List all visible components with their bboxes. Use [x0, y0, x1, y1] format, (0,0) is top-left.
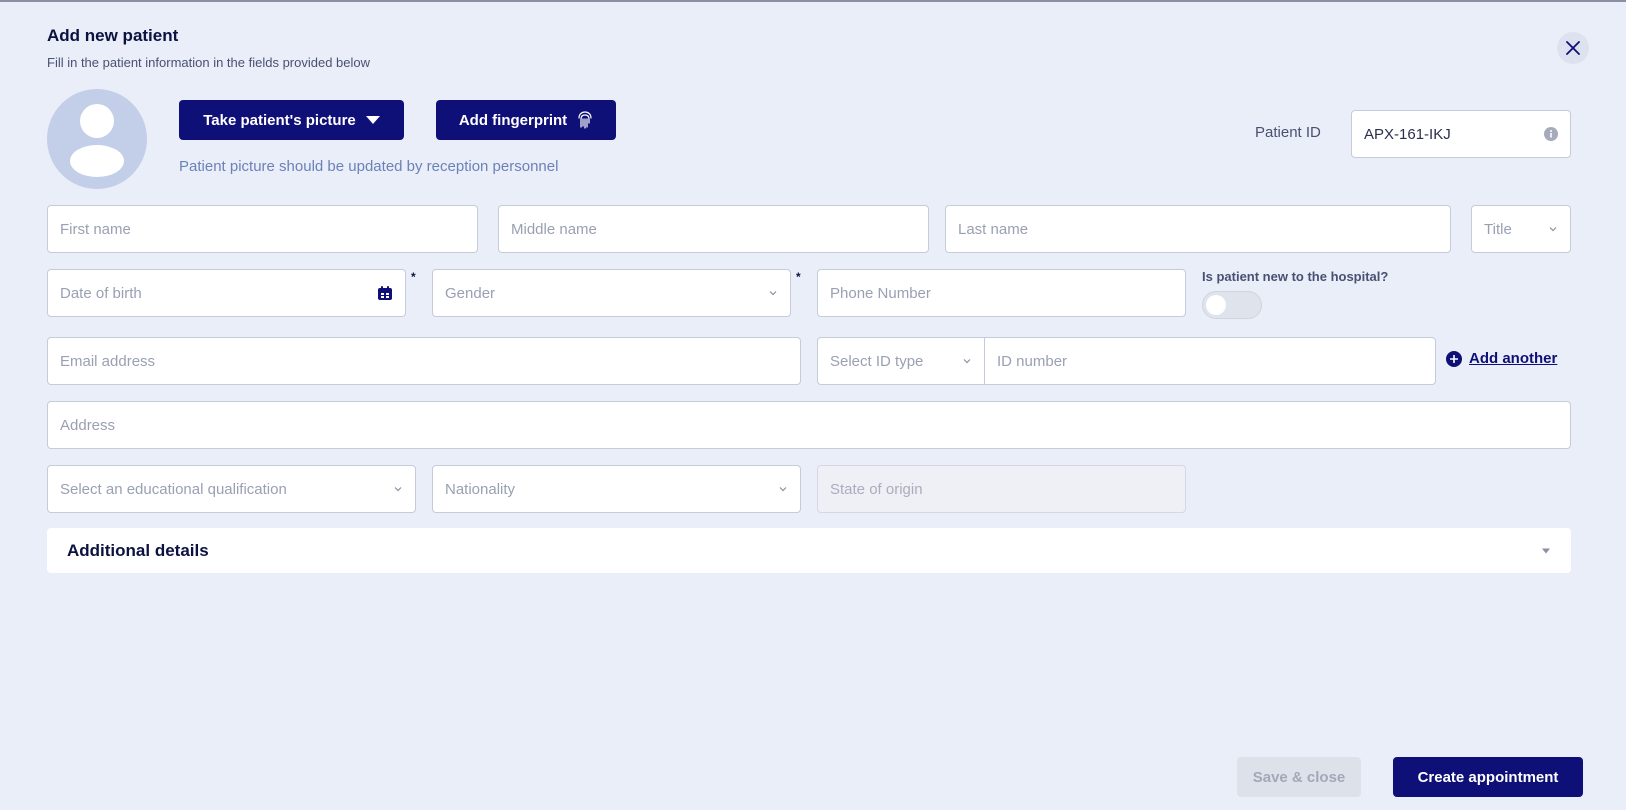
dialog-subtitle: Fill in the patient information in the f… [47, 55, 371, 70]
chevron-down-icon [394, 487, 402, 492]
first-name-placeholder: First name [60, 220, 131, 238]
save-close-button[interactable]: Save & close [1237, 757, 1361, 797]
plus-circle-icon [1446, 350, 1462, 367]
phone-number-input[interactable]: Phone Number [817, 269, 1186, 317]
state-of-origin-placeholder: State of origin [830, 480, 923, 498]
add-fingerprint-button[interactable]: Add fingerprint [436, 100, 616, 140]
chevron-down-icon [779, 487, 787, 492]
education-placeholder: Select an educational qualification [60, 480, 287, 498]
patient-id-label: Patient ID [1255, 124, 1321, 141]
nationality-select[interactable]: Nationality [432, 465, 801, 513]
chevron-down-icon [963, 359, 971, 364]
create-appointment-button[interactable]: Create appointment [1393, 757, 1583, 797]
top-border [0, 0, 1626, 2]
calendar-icon[interactable] [377, 285, 393, 301]
take-picture-label: Take patient's picture [203, 111, 356, 129]
patient-id-field[interactable]: APX-161-IKJ [1351, 110, 1571, 158]
id-number-placeholder: ID number [997, 352, 1068, 370]
chevron-down-icon [769, 291, 777, 296]
dob-placeholder: Date of birth [60, 284, 142, 302]
close-icon [1566, 41, 1580, 55]
take-picture-button[interactable]: Take patient's picture [179, 100, 404, 140]
additional-details-title: Additional details [67, 540, 209, 560]
patient-id-value: APX-161-IKJ [1364, 125, 1451, 143]
caret-down-icon [1542, 548, 1550, 553]
chevron-down-icon [1549, 227, 1557, 232]
add-another-link[interactable]: Add another [1446, 350, 1557, 367]
id-number-input[interactable]: ID number [984, 337, 1436, 385]
gender-select[interactable]: Gender [432, 269, 791, 317]
education-select[interactable]: Select an educational qualification [47, 465, 416, 513]
info-icon [1544, 127, 1558, 141]
gender-placeholder: Gender [445, 284, 496, 302]
picture-note: Patient picture should be updated by rec… [179, 158, 559, 175]
address-input[interactable]: Address [47, 401, 1571, 449]
nationality-placeholder: Nationality [445, 480, 516, 498]
create-appointment-label: Create appointment [1417, 768, 1559, 786]
id-type-select[interactable]: Select ID type [817, 337, 985, 385]
first-name-input[interactable]: First name [47, 205, 478, 253]
new-patient-toggle[interactable] [1202, 291, 1262, 319]
date-of-birth-input[interactable]: Date of birth [47, 269, 406, 317]
add-another-label: Add another [1469, 350, 1558, 367]
middle-name-placeholder: Middle name [511, 220, 597, 238]
add-fingerprint-label: Add fingerprint [458, 111, 568, 129]
fingerprint-icon [578, 111, 592, 129]
user-placeholder-icon [70, 104, 124, 177]
gender-required-mark: * [796, 270, 801, 284]
dialog-title: Add new patient [47, 26, 179, 45]
state-of-origin-input: State of origin [817, 465, 1186, 513]
close-button[interactable] [1557, 32, 1589, 64]
email-input[interactable]: Email address [47, 337, 801, 385]
dob-required-mark: * [411, 270, 416, 284]
additional-details-panel[interactable]: Additional details [47, 528, 1571, 573]
last-name-input[interactable]: Last name [945, 205, 1451, 253]
title-placeholder: Title [1484, 220, 1512, 238]
title-select[interactable]: Title [1471, 205, 1571, 253]
phone-placeholder: Phone Number [830, 284, 931, 302]
patient-avatar [47, 89, 147, 189]
email-placeholder: Email address [60, 352, 156, 370]
middle-name-input[interactable]: Middle name [498, 205, 929, 253]
toggle-knob [1206, 295, 1226, 315]
caret-down-icon [365, 116, 380, 124]
address-placeholder: Address [60, 416, 116, 434]
last-name-placeholder: Last name [958, 220, 1029, 238]
id-type-placeholder: Select ID type [830, 352, 924, 370]
new-patient-question: Is patient new to the hospital? [1202, 269, 1389, 284]
